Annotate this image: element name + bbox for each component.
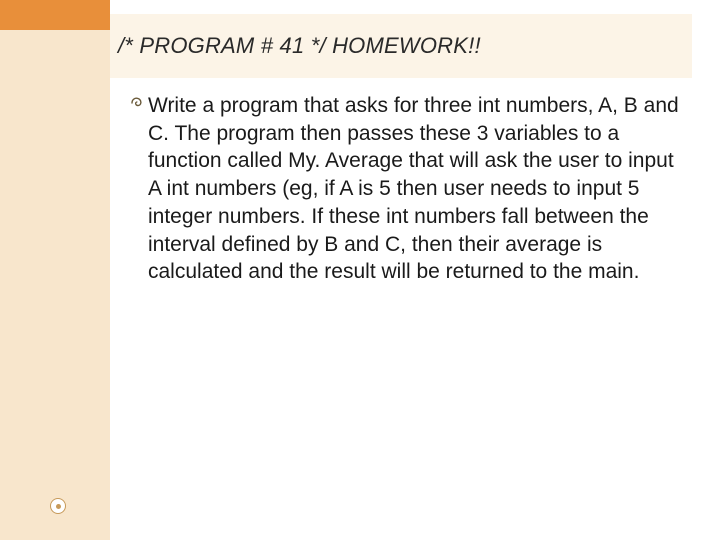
slide-title: /* PROGRAM # 41 */ HOMEWORK!! (118, 33, 481, 59)
bullet-item: Write a program that asks for three int … (130, 92, 680, 286)
bullet-swirl-icon (130, 96, 148, 110)
side-accent-panel (0, 0, 110, 540)
slide-marker-icon (50, 498, 66, 514)
slide: /* PROGRAM # 41 */ HOMEWORK!! Write a pr… (0, 0, 720, 540)
body-area: Write a program that asks for three int … (130, 92, 680, 286)
title-band: /* PROGRAM # 41 */ HOMEWORK!! (110, 14, 692, 78)
bullet-text: Write a program that asks for three int … (148, 92, 680, 286)
corner-accent (0, 0, 110, 30)
